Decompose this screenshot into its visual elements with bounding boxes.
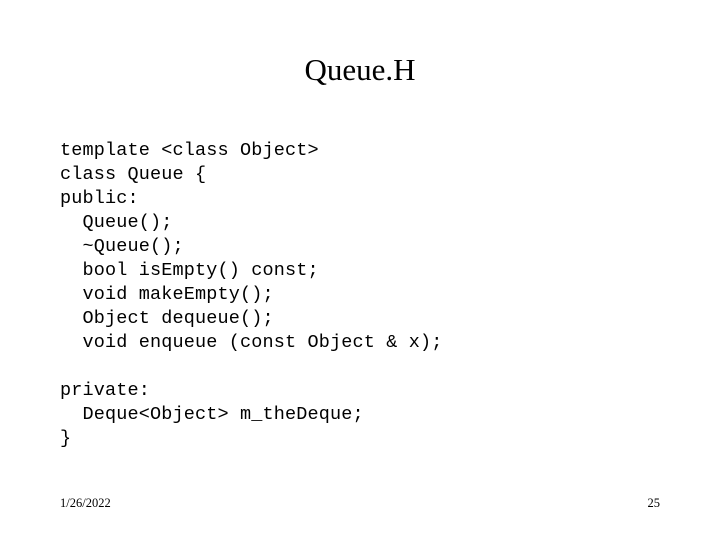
code-line: bool isEmpty() const; [60,260,319,281]
footer-page-number: 25 [647,496,661,510]
code-line: void makeEmpty(); [60,284,274,305]
code-line: public: [60,188,139,209]
page-title: Queue.H [304,52,416,87]
code-line: Deque<Object> m_theDeque; [60,404,364,425]
code-line: Object dequeue(); [60,308,274,329]
code-line: Queue(); [60,212,173,233]
code-line: ~Queue(); [60,236,184,257]
code-line: template <class Object> [60,140,319,161]
slide: Queue.H template <class Object> class Que… [0,0,720,540]
code-line: void enqueue (const Object & x); [60,332,443,353]
code-block: template <class Object> class Queue { publ… [60,139,660,451]
footer-date: 1/26/2022 [60,496,111,510]
code-line: private: [60,380,151,401]
code-line: } [60,428,72,449]
code-line: class Queue { [60,164,207,185]
footer: 1/26/2022 25 [0,494,720,514]
